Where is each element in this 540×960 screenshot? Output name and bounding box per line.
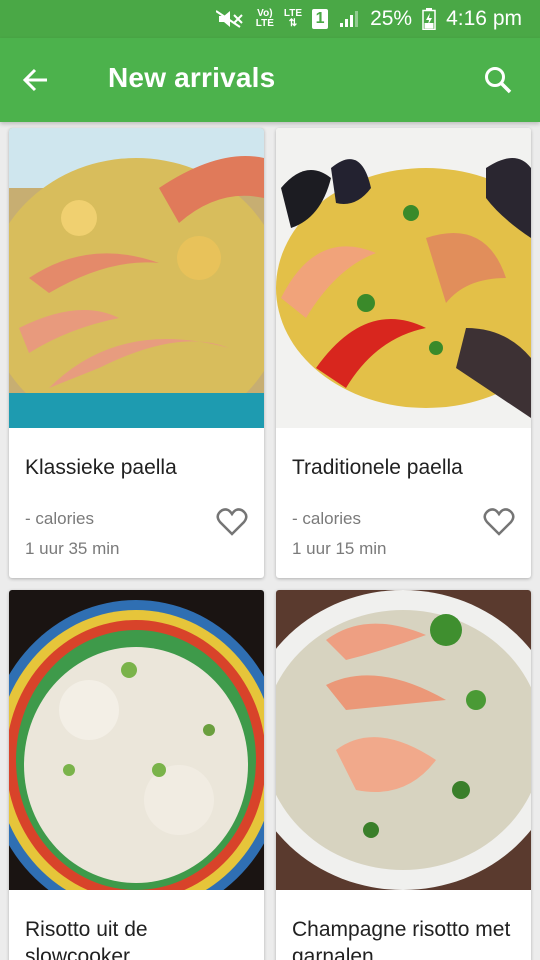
recipe-image xyxy=(276,590,531,890)
recipe-card[interactable]: Traditionele paella - calories 1 uur 15 … xyxy=(276,128,531,578)
data-arrows: ⇅ xyxy=(288,18,298,29)
volte-label-bottom: LTE xyxy=(255,18,274,29)
volte-icon: Vo) LTE xyxy=(256,9,274,29)
page-title: New arrivals xyxy=(108,62,276,93)
signal-icon xyxy=(338,9,360,29)
recipe-time: 1 uur 15 min xyxy=(292,539,387,558)
status-bar: Vo) LTE LTE ⇅ 1 25% 4:16 pm xyxy=(0,0,540,38)
app-bar: New arrivals xyxy=(0,38,540,122)
recipe-calories: - calories xyxy=(25,509,94,528)
recipe-name: Klassieke paella xyxy=(25,456,177,479)
recipe-grid: Klassieke paella - calories 1 uur 35 min… xyxy=(0,122,540,960)
search-icon[interactable] xyxy=(482,64,514,96)
recipe-image xyxy=(9,590,264,890)
recipe-image xyxy=(9,128,264,428)
recipe-time: 1 uur 35 min xyxy=(25,539,120,558)
mute-icon xyxy=(215,9,246,29)
sim-slot-label: 1 xyxy=(315,10,325,27)
recipe-name: Risotto uit de slowcooker xyxy=(25,918,148,960)
recipe-name: Traditionele paella xyxy=(292,456,463,479)
recipe-name: Champagne risotto met garnalen xyxy=(292,918,511,960)
battery-percent: 25% xyxy=(370,7,413,30)
heart-icon[interactable] xyxy=(483,507,515,537)
recipe-card[interactable]: Klassieke paella - calories 1 uur 35 min xyxy=(9,128,264,578)
recipe-calories: - calories xyxy=(292,509,361,528)
recipe-card[interactable]: Risotto uit de slowcooker xyxy=(9,590,264,960)
recipe-image xyxy=(276,128,531,428)
recipe-card[interactable]: Champagne risotto met garnalen xyxy=(276,590,531,960)
lte-icon: LTE ⇅ xyxy=(284,9,302,29)
sim-1-icon: 1 xyxy=(312,9,329,29)
heart-icon[interactable] xyxy=(216,507,248,537)
clock: 4:16 pm xyxy=(446,7,522,30)
battery-icon xyxy=(422,8,436,30)
arrow-left-icon[interactable] xyxy=(20,64,52,96)
